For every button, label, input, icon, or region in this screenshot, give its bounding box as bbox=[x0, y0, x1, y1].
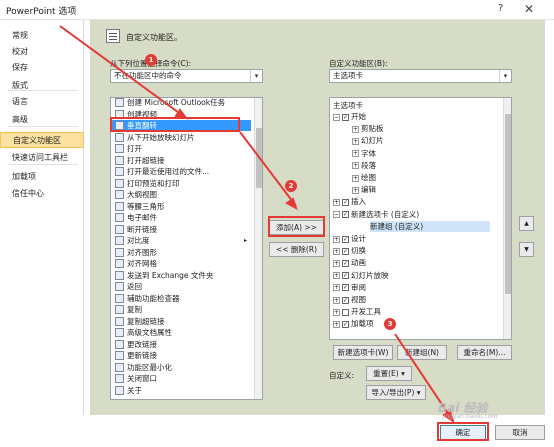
watermark-url: jingyan.baidu.com bbox=[442, 413, 498, 420]
arrow-head bbox=[285, 197, 298, 211]
arrow-to-add bbox=[239, 131, 297, 207]
annotation-arrows bbox=[59, 25, 455, 424]
arrow-to-sidebar-step bbox=[59, 25, 187, 119]
